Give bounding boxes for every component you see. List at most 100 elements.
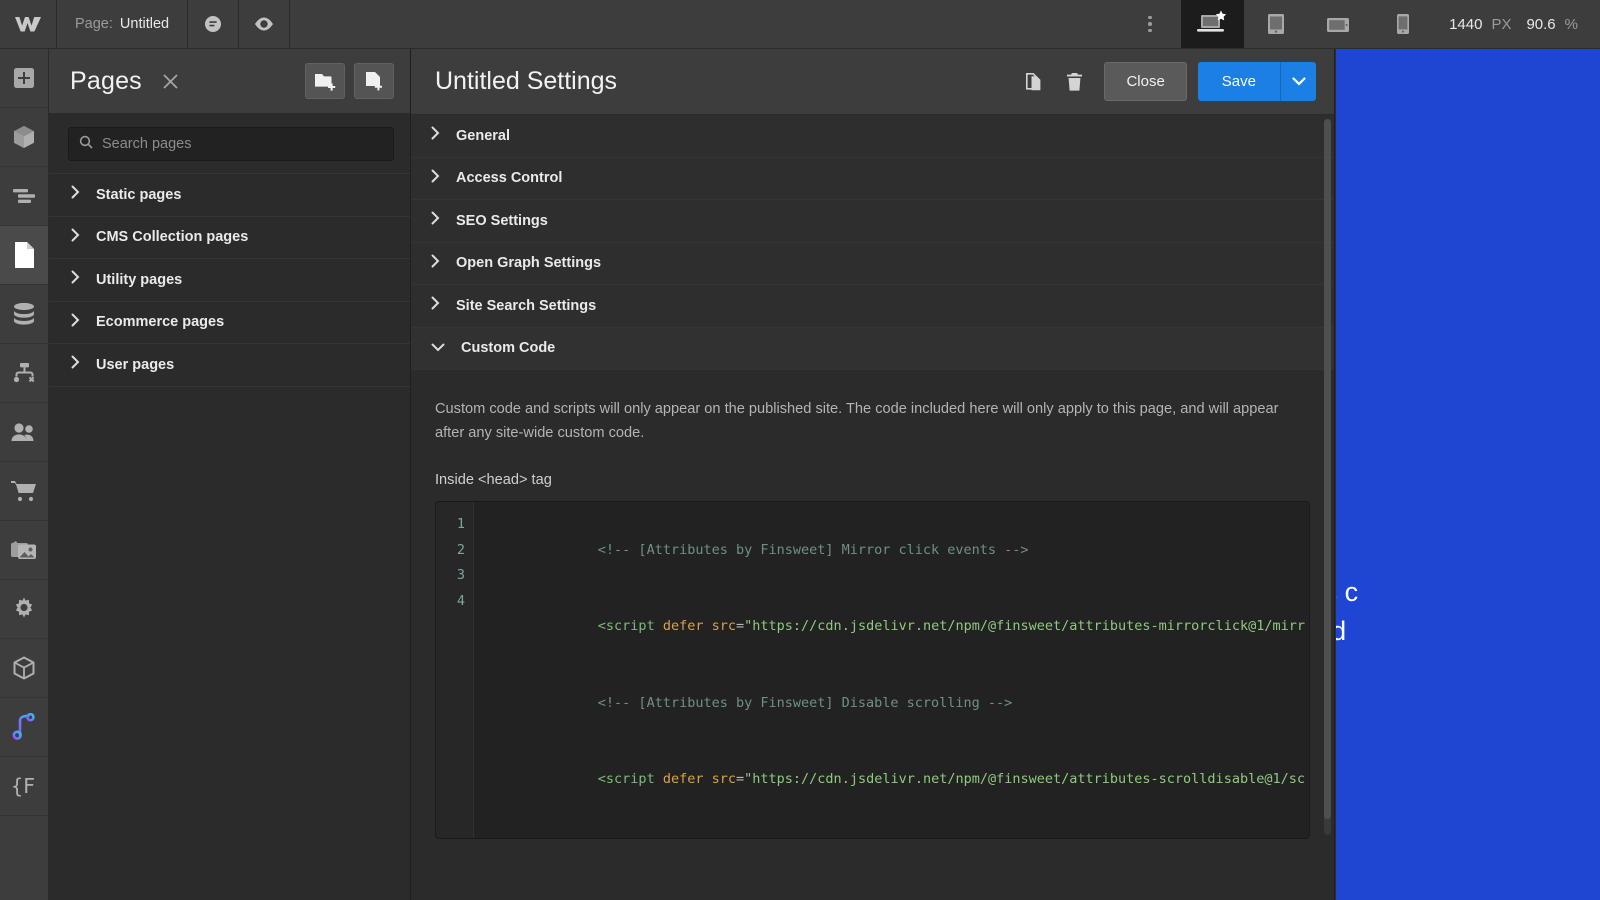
section-custom-code[interactable]: Custom Code — [411, 327, 1334, 370]
rail-finsweet-app[interactable]: {F — [0, 757, 48, 816]
page-group-utility[interactable]: Utility pages — [49, 259, 410, 302]
chevron-right-icon — [431, 296, 440, 315]
page-group-label: User pages — [96, 356, 175, 373]
rail-ecommerce[interactable] — [0, 462, 48, 521]
editor-code-area[interactable]: <!-- [Attributes by Finsweet] Mirror cli… — [474, 502, 1309, 838]
pages-panel-header: Pages — [49, 49, 410, 114]
section-seo-settings[interactable]: SEO Settings — [411, 200, 1334, 243]
rail-logic[interactable] — [0, 344, 48, 403]
code-attr: src — [711, 771, 737, 788]
new-folder-plus-icon[interactable] — [305, 63, 345, 99]
head-code-editor[interactable]: 1 2 3 4 <!-- [Attributes by Finsweet] Mi… — [435, 501, 1310, 840]
pages-panel: Pages Search pages Static pages CMS Coll… — [49, 49, 411, 900]
page-name: Untitled — [119, 16, 170, 32]
page-group-label: Ecommerce pages — [96, 314, 225, 331]
code-comment: <!-- [Attributes by Finsweet] Disable sc… — [597, 694, 1013, 711]
page-name-indicator[interactable]: Page: Untitled — [57, 0, 189, 48]
modal-header: Untitled Settings Close Save — [411, 49, 1334, 115]
page-groups-list: Static pages CMS Collection pages Utilit… — [49, 173, 410, 387]
page-label: Page: — [75, 16, 113, 32]
eye-preview-icon[interactable] — [239, 0, 291, 48]
modal-header-actions: Close Save — [1014, 62, 1316, 102]
code-line: <script defer src="https://cdn.jsdelivr.… — [484, 589, 1309, 666]
webflow-designer: Page: Untitled 1440 PX 90.6 % {F Pages S… — [0, 0, 1600, 900]
code-line: <script defer src="https://cdn.jsdelivr.… — [484, 742, 1309, 819]
code-tag: <script — [597, 618, 655, 635]
duplicate-copy-icon[interactable] — [1014, 62, 1054, 102]
chevron-down-icon[interactable] — [1280, 62, 1316, 101]
page-group-static[interactable]: Static pages — [49, 174, 410, 217]
new-page-plus-icon[interactable] — [354, 63, 394, 99]
page-group-label: Static pages — [96, 186, 182, 203]
chevron-down-icon — [431, 339, 445, 357]
section-general[interactable]: General — [411, 115, 1334, 158]
chevron-right-icon — [431, 254, 440, 273]
chevron-right-icon — [431, 211, 440, 230]
code-operator: = — [736, 618, 745, 635]
code-attr: defer — [662, 771, 704, 788]
canvas-paragraph[interactable]: tum tristique. Duis c h et justo cursus … — [1336, 573, 1600, 651]
settings-sections: General Access Control SEO Settings Open… — [411, 115, 1334, 370]
section-site-search-settings[interactable]: Site Search Settings — [411, 285, 1334, 328]
mobile-portrait-breakpoint[interactable] — [1370, 0, 1433, 48]
modal-body: General Access Control SEO Settings Open… — [411, 115, 1334, 900]
plus-square-icon — [12, 66, 36, 90]
rail-settings[interactable] — [0, 580, 48, 639]
code-comment: <!-- [Attributes by Finsweet] Mirror cli… — [597, 541, 1029, 558]
modal-scrollbar-thumb[interactable] — [1324, 119, 1331, 819]
desktop-breakpoint[interactable] — [1181, 0, 1245, 48]
search-pages-box[interactable] — [68, 127, 394, 161]
rail-assets[interactable] — [0, 521, 48, 580]
page-settings-modal: Untitled Settings Close Save General Acc… — [411, 49, 1335, 900]
rail-pages[interactable] — [0, 226, 48, 285]
finsweet-brace-f-icon: {F — [10, 773, 38, 799]
more-options-icon[interactable] — [1119, 0, 1181, 48]
rail-apps[interactable] — [0, 639, 48, 698]
rail-audio-app[interactable] — [0, 698, 48, 757]
tablet-breakpoint[interactable] — [1244, 0, 1307, 48]
rail-add-elements[interactable] — [0, 49, 48, 108]
rail-components[interactable] — [0, 108, 48, 167]
canvas-text-line: tum tristique. Duis c — [1336, 577, 1359, 607]
pages-panel-title: Pages — [70, 66, 142, 95]
canvas-width-unit: PX — [1491, 15, 1512, 33]
section-label: SEO Settings — [456, 212, 548, 229]
search-input[interactable] — [102, 136, 383, 152]
section-access-control[interactable]: Access Control — [411, 157, 1334, 200]
code-operator: = — [736, 771, 745, 788]
canvas-width-value: 1440 — [1449, 15, 1483, 33]
users-icon — [10, 421, 38, 443]
close-x-icon[interactable] — [158, 68, 184, 94]
mobile-landscape-breakpoint[interactable] — [1307, 0, 1370, 48]
rail-navigator[interactable] — [0, 167, 48, 226]
comment-bubble-icon[interactable] — [188, 0, 240, 48]
modal-scrollbar[interactable] — [1324, 119, 1331, 835]
page-document-icon — [12, 241, 36, 269]
webflow-logo-icon[interactable] — [0, 0, 57, 48]
page-group-cms-collection[interactable]: CMS Collection pages — [49, 217, 410, 259]
code-attr: defer — [662, 618, 704, 635]
rail-users[interactable] — [0, 403, 48, 462]
save-button[interactable]: Save — [1197, 62, 1280, 101]
canvas-size-zoom[interactable]: 1440 PX 90.6 % — [1433, 0, 1600, 48]
code-string: "https://cdn.jsdelivr.net/npm/@finsweet/… — [744, 771, 1305, 788]
page-group-ecommerce[interactable]: Ecommerce pages — [49, 302, 410, 344]
chevron-right-icon — [71, 228, 80, 247]
line-number: 2 — [456, 541, 465, 558]
pages-header-actions — [305, 63, 394, 99]
line-number: 3 — [456, 567, 465, 584]
trash-can-icon[interactable] — [1054, 62, 1094, 102]
section-label: Custom Code — [461, 340, 556, 357]
design-canvas[interactable]: tum tristique. Duis c h et justo cursus … — [1336, 49, 1600, 900]
rail-cms[interactable] — [0, 285, 48, 344]
page-group-user[interactable]: User pages — [49, 344, 410, 387]
chevron-right-icon — [431, 169, 440, 188]
music-note-gradient-icon — [11, 713, 37, 741]
code-line: <!-- [Attributes by Finsweet] Disable sc… — [484, 665, 1309, 742]
close-button[interactable]: Close — [1104, 62, 1187, 101]
search-icon — [79, 135, 93, 154]
shopping-cart-icon — [10, 479, 38, 503]
section-open-graph-settings[interactable]: Open Graph Settings — [411, 242, 1334, 285]
logic-flow-icon — [11, 361, 37, 385]
